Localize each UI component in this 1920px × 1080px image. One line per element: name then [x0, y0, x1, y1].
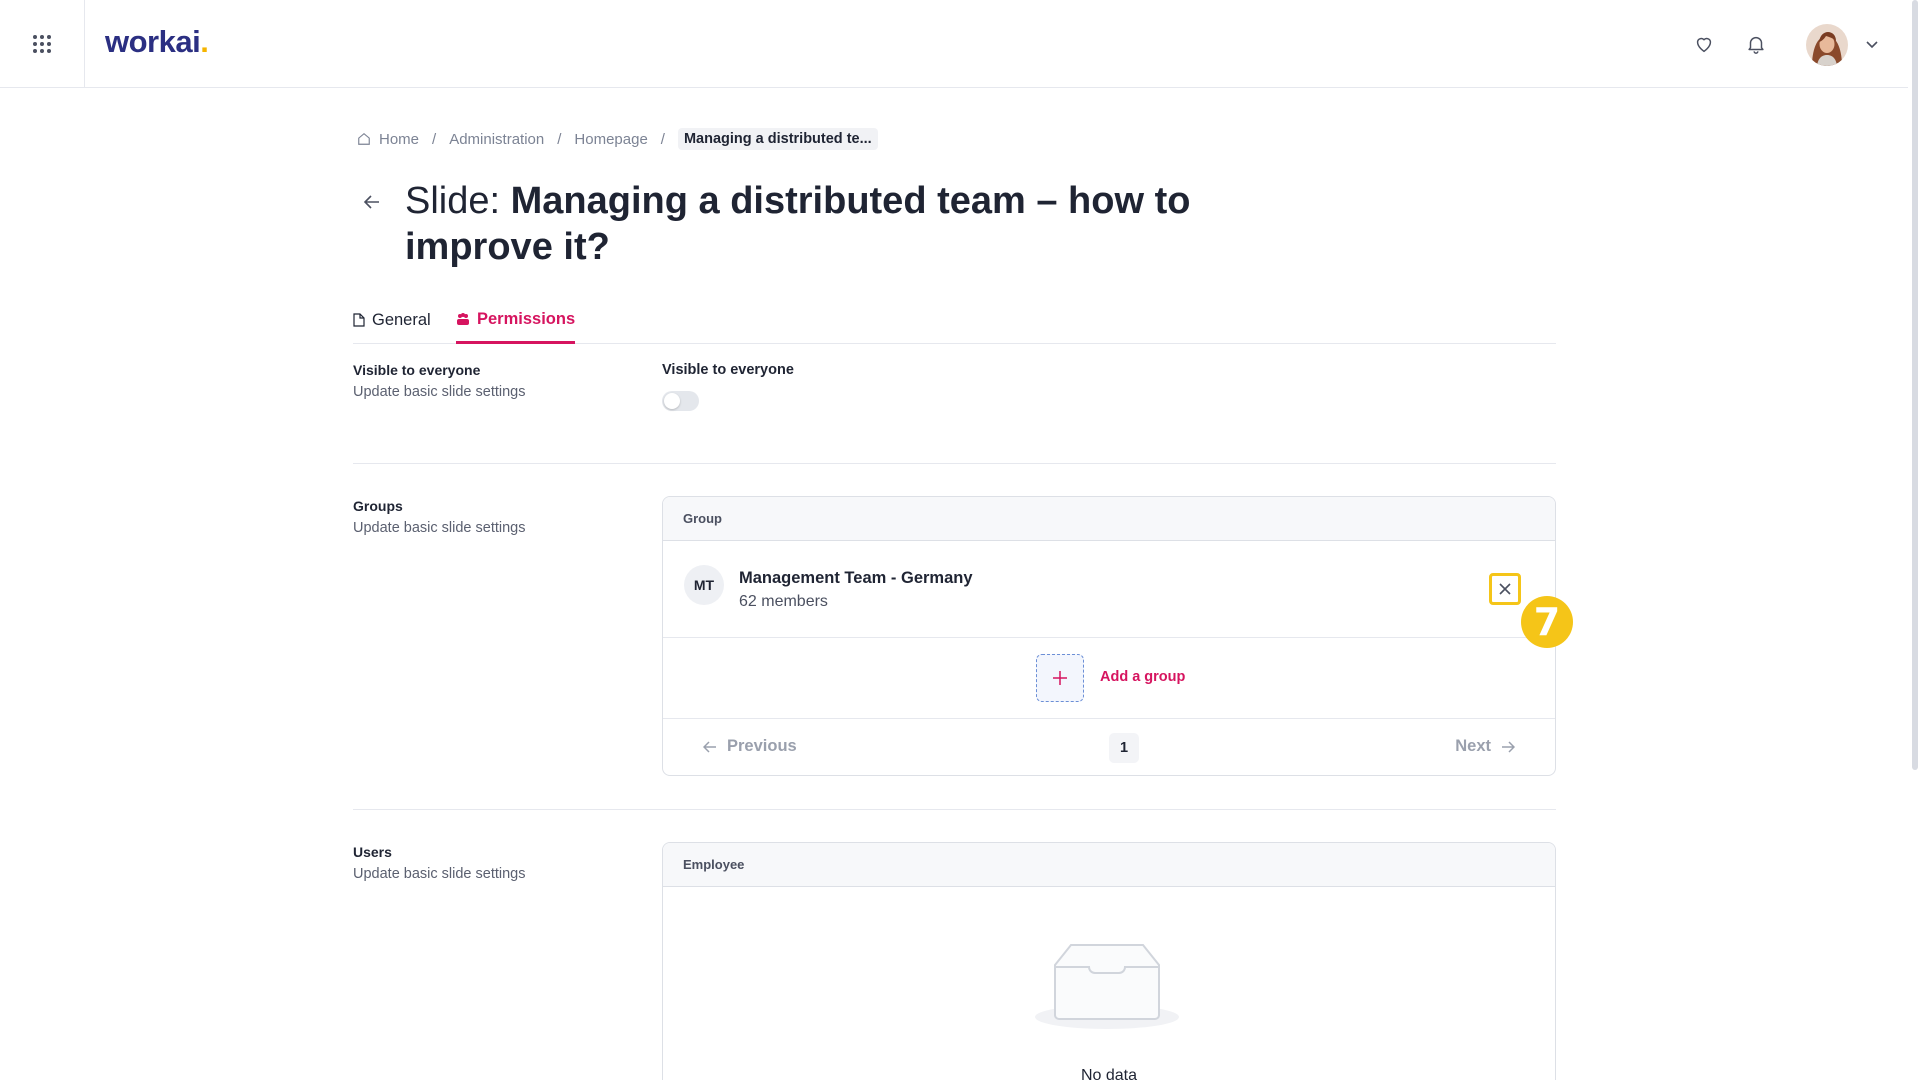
section-divider — [353, 463, 1556, 464]
page-title: Slide: Managing a distributed team – how… — [405, 178, 1225, 270]
page-title-name: Managing a distributed team – how to imp… — [405, 180, 1191, 268]
document-icon — [353, 313, 365, 327]
users-section-label: Users Update basic slide settings — [353, 844, 526, 882]
toggle-knob — [664, 393, 680, 409]
remove-group-button[interactable] — [1489, 573, 1521, 605]
breadcrumb-home-label: Home — [379, 130, 420, 148]
visibility-section-subtitle: Update basic slide settings — [353, 384, 526, 400]
breadcrumb-separator: / — [432, 130, 437, 148]
add-group-button[interactable] — [1036, 654, 1084, 702]
previous-page-button[interactable]: Previous — [703, 737, 797, 756]
section-divider — [353, 809, 1556, 810]
add-group-row: Add a group — [663, 638, 1555, 719]
visibility-toggle-label: Visible to everyone — [662, 362, 794, 378]
add-group-link[interactable]: Add a group — [1100, 669, 1185, 685]
empty-inbox-icon — [1035, 944, 1179, 1029]
tab-bar: General Permissions — [353, 296, 1556, 344]
users-section-subtitle: Update basic slide settings — [353, 866, 526, 882]
next-page-button[interactable]: Next — [1455, 737, 1515, 756]
tab-permissions-label: Permissions — [477, 309, 576, 328]
arrow-left-icon — [703, 740, 716, 753]
group-avatar: MT — [684, 565, 724, 605]
groups-table: Group MT Management Team - Germany 62 me… — [662, 496, 1556, 776]
close-icon — [1499, 583, 1511, 595]
chevron-down-icon — [1866, 41, 1878, 49]
visible-to-everyone-toggle[interactable] — [662, 391, 699, 411]
groups-section-subtitle: Update basic slide settings — [353, 520, 526, 536]
groups-section-label: Groups Update basic slide settings — [353, 498, 526, 536]
users-section-title: Users — [353, 844, 392, 860]
users-column-header: Employee — [663, 843, 1555, 887]
group-name: Management Team - Germany — [739, 569, 973, 587]
empty-state-text: No data — [1080, 1067, 1138, 1080]
scrollbar-thumb[interactable] — [1912, 0, 1918, 770]
heart-icon — [1696, 37, 1712, 53]
step-marker: 7 — [1521, 596, 1573, 648]
people-icon — [457, 312, 469, 325]
logo-text: workai — [105, 24, 201, 59]
page-title-prefix: Slide: — [405, 180, 511, 222]
users-table: Employee No data — [662, 842, 1556, 1080]
group-row: MT Management Team - Germany 62 members — [663, 541, 1555, 638]
arrow-left-icon — [363, 195, 379, 209]
tab-general[interactable]: General — [353, 296, 431, 344]
workai-logo[interactable]: workai. — [105, 24, 209, 60]
arrow-right-icon — [1502, 740, 1515, 753]
breadcrumb-separator: / — [557, 130, 562, 148]
page-scrollbar[interactable] — [1908, 0, 1920, 1080]
favorites-button[interactable] — [1690, 30, 1718, 58]
groups-section-title: Groups — [353, 498, 403, 514]
groups-pagination: Previous 1 Next — [663, 719, 1555, 775]
bell-icon — [1748, 36, 1764, 54]
breadcrumb-administration[interactable]: Administration — [449, 131, 544, 148]
home-icon — [358, 133, 370, 145]
user-avatar[interactable] — [1806, 24, 1848, 66]
previous-page-label: Previous — [727, 737, 797, 755]
tab-general-label: General — [372, 311, 431, 329]
top-navigation-bar: workai. — [0, 0, 1908, 88]
apps-grid-icon — [33, 35, 51, 53]
visibility-section-title: Visible to everyone — [353, 362, 481, 378]
back-button[interactable] — [358, 188, 386, 216]
visibility-section-label: Visible to everyone Update basic slide s… — [353, 362, 526, 400]
breadcrumb-homepage[interactable]: Homepage — [574, 131, 647, 148]
empty-state: No data — [663, 887, 1555, 1080]
groups-column-header: Group — [663, 497, 1555, 541]
plus-icon — [1053, 671, 1067, 685]
tab-permissions[interactable]: Permissions — [456, 296, 576, 344]
next-page-label: Next — [1455, 737, 1491, 755]
group-member-count: 62 members — [739, 593, 828, 610]
page-number-button[interactable]: 1 — [1109, 733, 1139, 763]
breadcrumb-current: Managing a distributed te... — [677, 128, 878, 150]
breadcrumb-separator: / — [660, 130, 665, 148]
notifications-button[interactable] — [1742, 30, 1770, 58]
breadcrumb-home[interactable]: Home — [357, 131, 419, 148]
breadcrumb: Home / Administration / Homepage / Manag… — [357, 128, 878, 150]
apps-menu-button[interactable] — [0, 0, 85, 88]
account-menu-toggle[interactable] — [1864, 36, 1880, 57]
logo-dot: . — [200, 24, 209, 59]
